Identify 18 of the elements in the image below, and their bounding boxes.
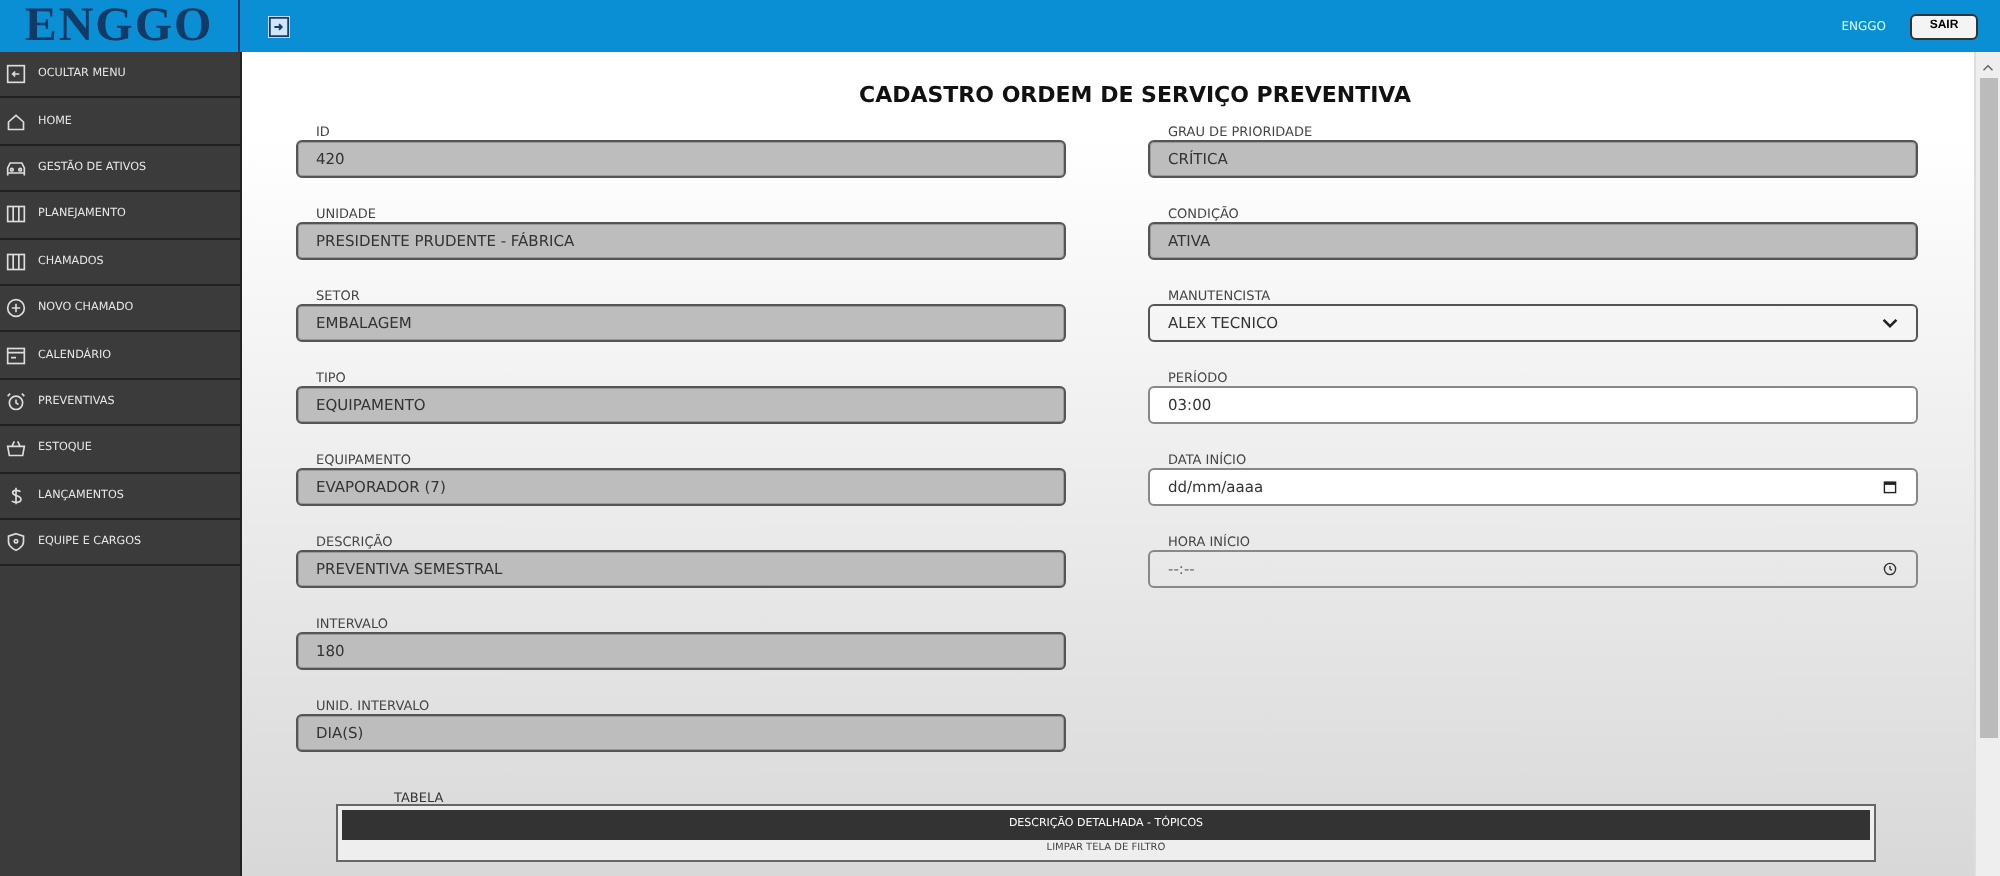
chevron-down-icon [1882,316,1898,330]
calendar-icon [1882,480,1898,494]
home-icon [6,111,26,132]
basket-icon [6,438,26,459]
columns-icon [6,251,26,272]
collapse-icon [6,64,26,85]
shield-icon [6,532,26,553]
alarm-clock-icon [6,391,26,412]
plus-circle-icon [6,298,26,319]
expand-icon[interactable] [268,15,290,37]
scroll-up-icon[interactable] [1982,64,1994,72]
dollar-icon [6,485,26,506]
scrollbar[interactable] [1974,52,2000,876]
clock-icon [1882,562,1898,576]
calendar-icon [6,345,26,366]
page-title: CADASTRO ORDEM DE SERVIÇO PREVENTIVA [857,82,1413,108]
columns-icon [6,204,26,225]
car-icon [6,157,26,178]
